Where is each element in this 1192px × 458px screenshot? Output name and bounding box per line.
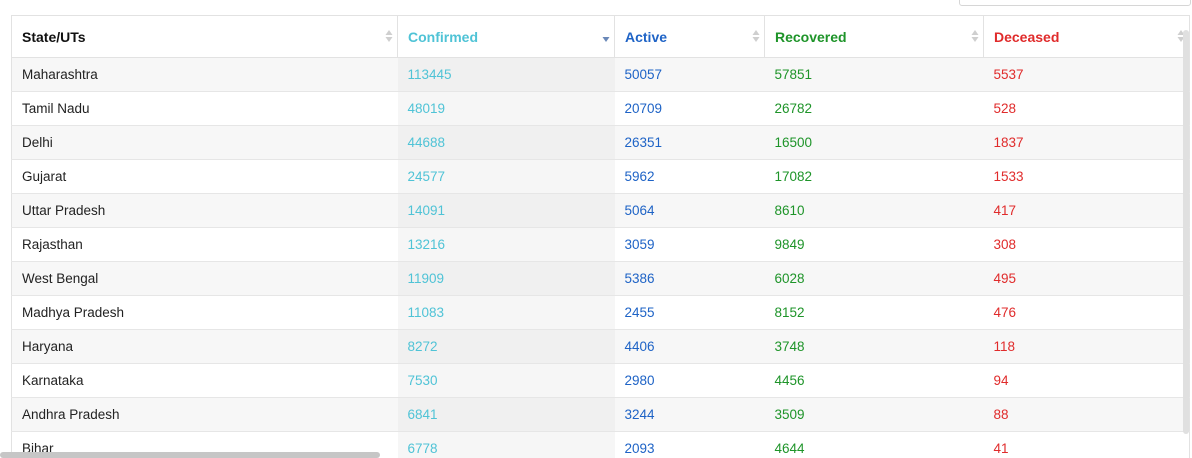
cell-confirmed: 11083 xyxy=(397,295,615,330)
column-header-label: Active xyxy=(625,28,668,45)
table-row: West Bengal 11909 5386 6028 495 xyxy=(11,261,1190,296)
cell-state: Karnataka xyxy=(11,363,398,398)
column-header-confirmed[interactable]: Confirmed xyxy=(397,15,615,58)
cell-recovered: 3748 xyxy=(764,329,984,364)
cell-deceased: 41 xyxy=(983,431,1190,458)
column-header-label: Recovered xyxy=(775,28,847,45)
cell-active: 2980 xyxy=(614,363,765,398)
cell-state: Haryana xyxy=(11,329,398,364)
horizontal-scrollbar[interactable] xyxy=(0,452,380,458)
table-row: Karnataka 7530 2980 4456 94 xyxy=(11,363,1190,398)
cell-confirmed: 7530 xyxy=(397,363,615,398)
column-header-label: Confirmed xyxy=(408,28,478,45)
cell-recovered: 6028 xyxy=(764,261,984,296)
cell-confirmed: 14091 xyxy=(397,193,615,228)
column-header-label: Deceased xyxy=(994,28,1060,45)
cell-confirmed: 11909 xyxy=(397,261,615,296)
states-table: State/UTs Confirmed Active Recovered Dec… xyxy=(11,15,1190,458)
search-input[interactable] xyxy=(959,0,1191,6)
cell-state: Madhya Pradesh xyxy=(11,295,398,330)
column-header-deceased[interactable]: Deceased xyxy=(983,15,1190,58)
cell-confirmed: 6841 xyxy=(397,397,615,432)
sort-neutral-icon[interactable] xyxy=(752,29,760,43)
cell-active: 2455 xyxy=(614,295,765,330)
cell-deceased: 118 xyxy=(983,329,1190,364)
cell-active: 2093 xyxy=(614,431,765,458)
cell-active: 3059 xyxy=(614,227,765,262)
vertical-scrollbar[interactable] xyxy=(1183,30,1189,434)
cell-recovered: 8152 xyxy=(764,295,984,330)
cell-confirmed: 113445 xyxy=(397,57,615,92)
cell-state: Gujarat xyxy=(11,159,398,194)
cell-recovered: 4456 xyxy=(764,363,984,398)
cell-active: 5962 xyxy=(614,159,765,194)
cell-confirmed: 6778 xyxy=(397,431,615,458)
cell-state: Maharashtra xyxy=(11,57,398,92)
cell-state: West Bengal xyxy=(11,261,398,296)
cell-state: Uttar Pradesh xyxy=(11,193,398,228)
cell-confirmed: 24577 xyxy=(397,159,615,194)
cell-state: Delhi xyxy=(11,125,398,160)
cell-recovered: 9849 xyxy=(764,227,984,262)
cell-deceased: 94 xyxy=(983,363,1190,398)
cell-deceased: 417 xyxy=(983,193,1190,228)
table-body: Maharashtra 113445 50057 57851 5537 Tami… xyxy=(11,57,1190,458)
cell-state: Tamil Nadu xyxy=(11,91,398,126)
cell-deceased: 308 xyxy=(983,227,1190,262)
cell-confirmed: 48019 xyxy=(397,91,615,126)
cell-recovered: 4644 xyxy=(764,431,984,458)
sort-neutral-icon[interactable] xyxy=(971,29,979,43)
table-row: Gujarat 24577 5962 17082 1533 xyxy=(11,159,1190,194)
column-header-state[interactable]: State/UTs xyxy=(11,15,398,58)
cell-deceased: 5537 xyxy=(983,57,1190,92)
cell-state: Rajasthan xyxy=(11,227,398,262)
column-header-active[interactable]: Active xyxy=(614,15,765,58)
cell-active: 26351 xyxy=(614,125,765,160)
cell-recovered: 8610 xyxy=(764,193,984,228)
table-row: Haryana 8272 4406 3748 118 xyxy=(11,329,1190,364)
cell-active: 4406 xyxy=(614,329,765,364)
cell-deceased: 476 xyxy=(983,295,1190,330)
cell-recovered: 16500 xyxy=(764,125,984,160)
table-row: Madhya Pradesh 11083 2455 8152 476 xyxy=(11,295,1190,330)
cell-deceased: 88 xyxy=(983,397,1190,432)
cell-active: 3244 xyxy=(614,397,765,432)
cell-deceased: 495 xyxy=(983,261,1190,296)
page: State/UTs Confirmed Active Recovered Dec… xyxy=(0,0,1192,458)
table-row: Tamil Nadu 48019 20709 26782 528 xyxy=(11,91,1190,126)
cell-recovered: 17082 xyxy=(764,159,984,194)
cell-confirmed: 44688 xyxy=(397,125,615,160)
table-header: State/UTs Confirmed Active Recovered Dec… xyxy=(11,15,1190,58)
cell-state: Andhra Pradesh xyxy=(11,397,398,432)
cell-recovered: 3509 xyxy=(764,397,984,432)
cell-recovered: 57851 xyxy=(764,57,984,92)
cell-deceased: 1837 xyxy=(983,125,1190,160)
table-row: Delhi 44688 26351 16500 1837 xyxy=(11,125,1190,160)
cell-active: 5064 xyxy=(614,193,765,228)
column-header-label: State/UTs xyxy=(22,28,86,45)
cell-active: 50057 xyxy=(614,57,765,92)
cell-deceased: 528 xyxy=(983,91,1190,126)
cell-active: 5386 xyxy=(614,261,765,296)
cell-deceased: 1533 xyxy=(983,159,1190,194)
cell-confirmed: 13216 xyxy=(397,227,615,262)
cell-active: 20709 xyxy=(614,91,765,126)
sort-neutral-icon[interactable] xyxy=(385,29,393,43)
cell-confirmed: 8272 xyxy=(397,329,615,364)
table-row: Rajasthan 13216 3059 9849 308 xyxy=(11,227,1190,262)
table-row: Andhra Pradesh 6841 3244 3509 88 xyxy=(11,397,1190,432)
table-row: Maharashtra 113445 50057 57851 5537 xyxy=(11,57,1190,92)
sort-descending-icon[interactable] xyxy=(602,29,610,43)
table-row: Uttar Pradesh 14091 5064 8610 417 xyxy=(11,193,1190,228)
cell-recovered: 26782 xyxy=(764,91,984,126)
column-header-recovered[interactable]: Recovered xyxy=(764,15,984,58)
header-row: State/UTs Confirmed Active Recovered Dec… xyxy=(11,15,1190,58)
